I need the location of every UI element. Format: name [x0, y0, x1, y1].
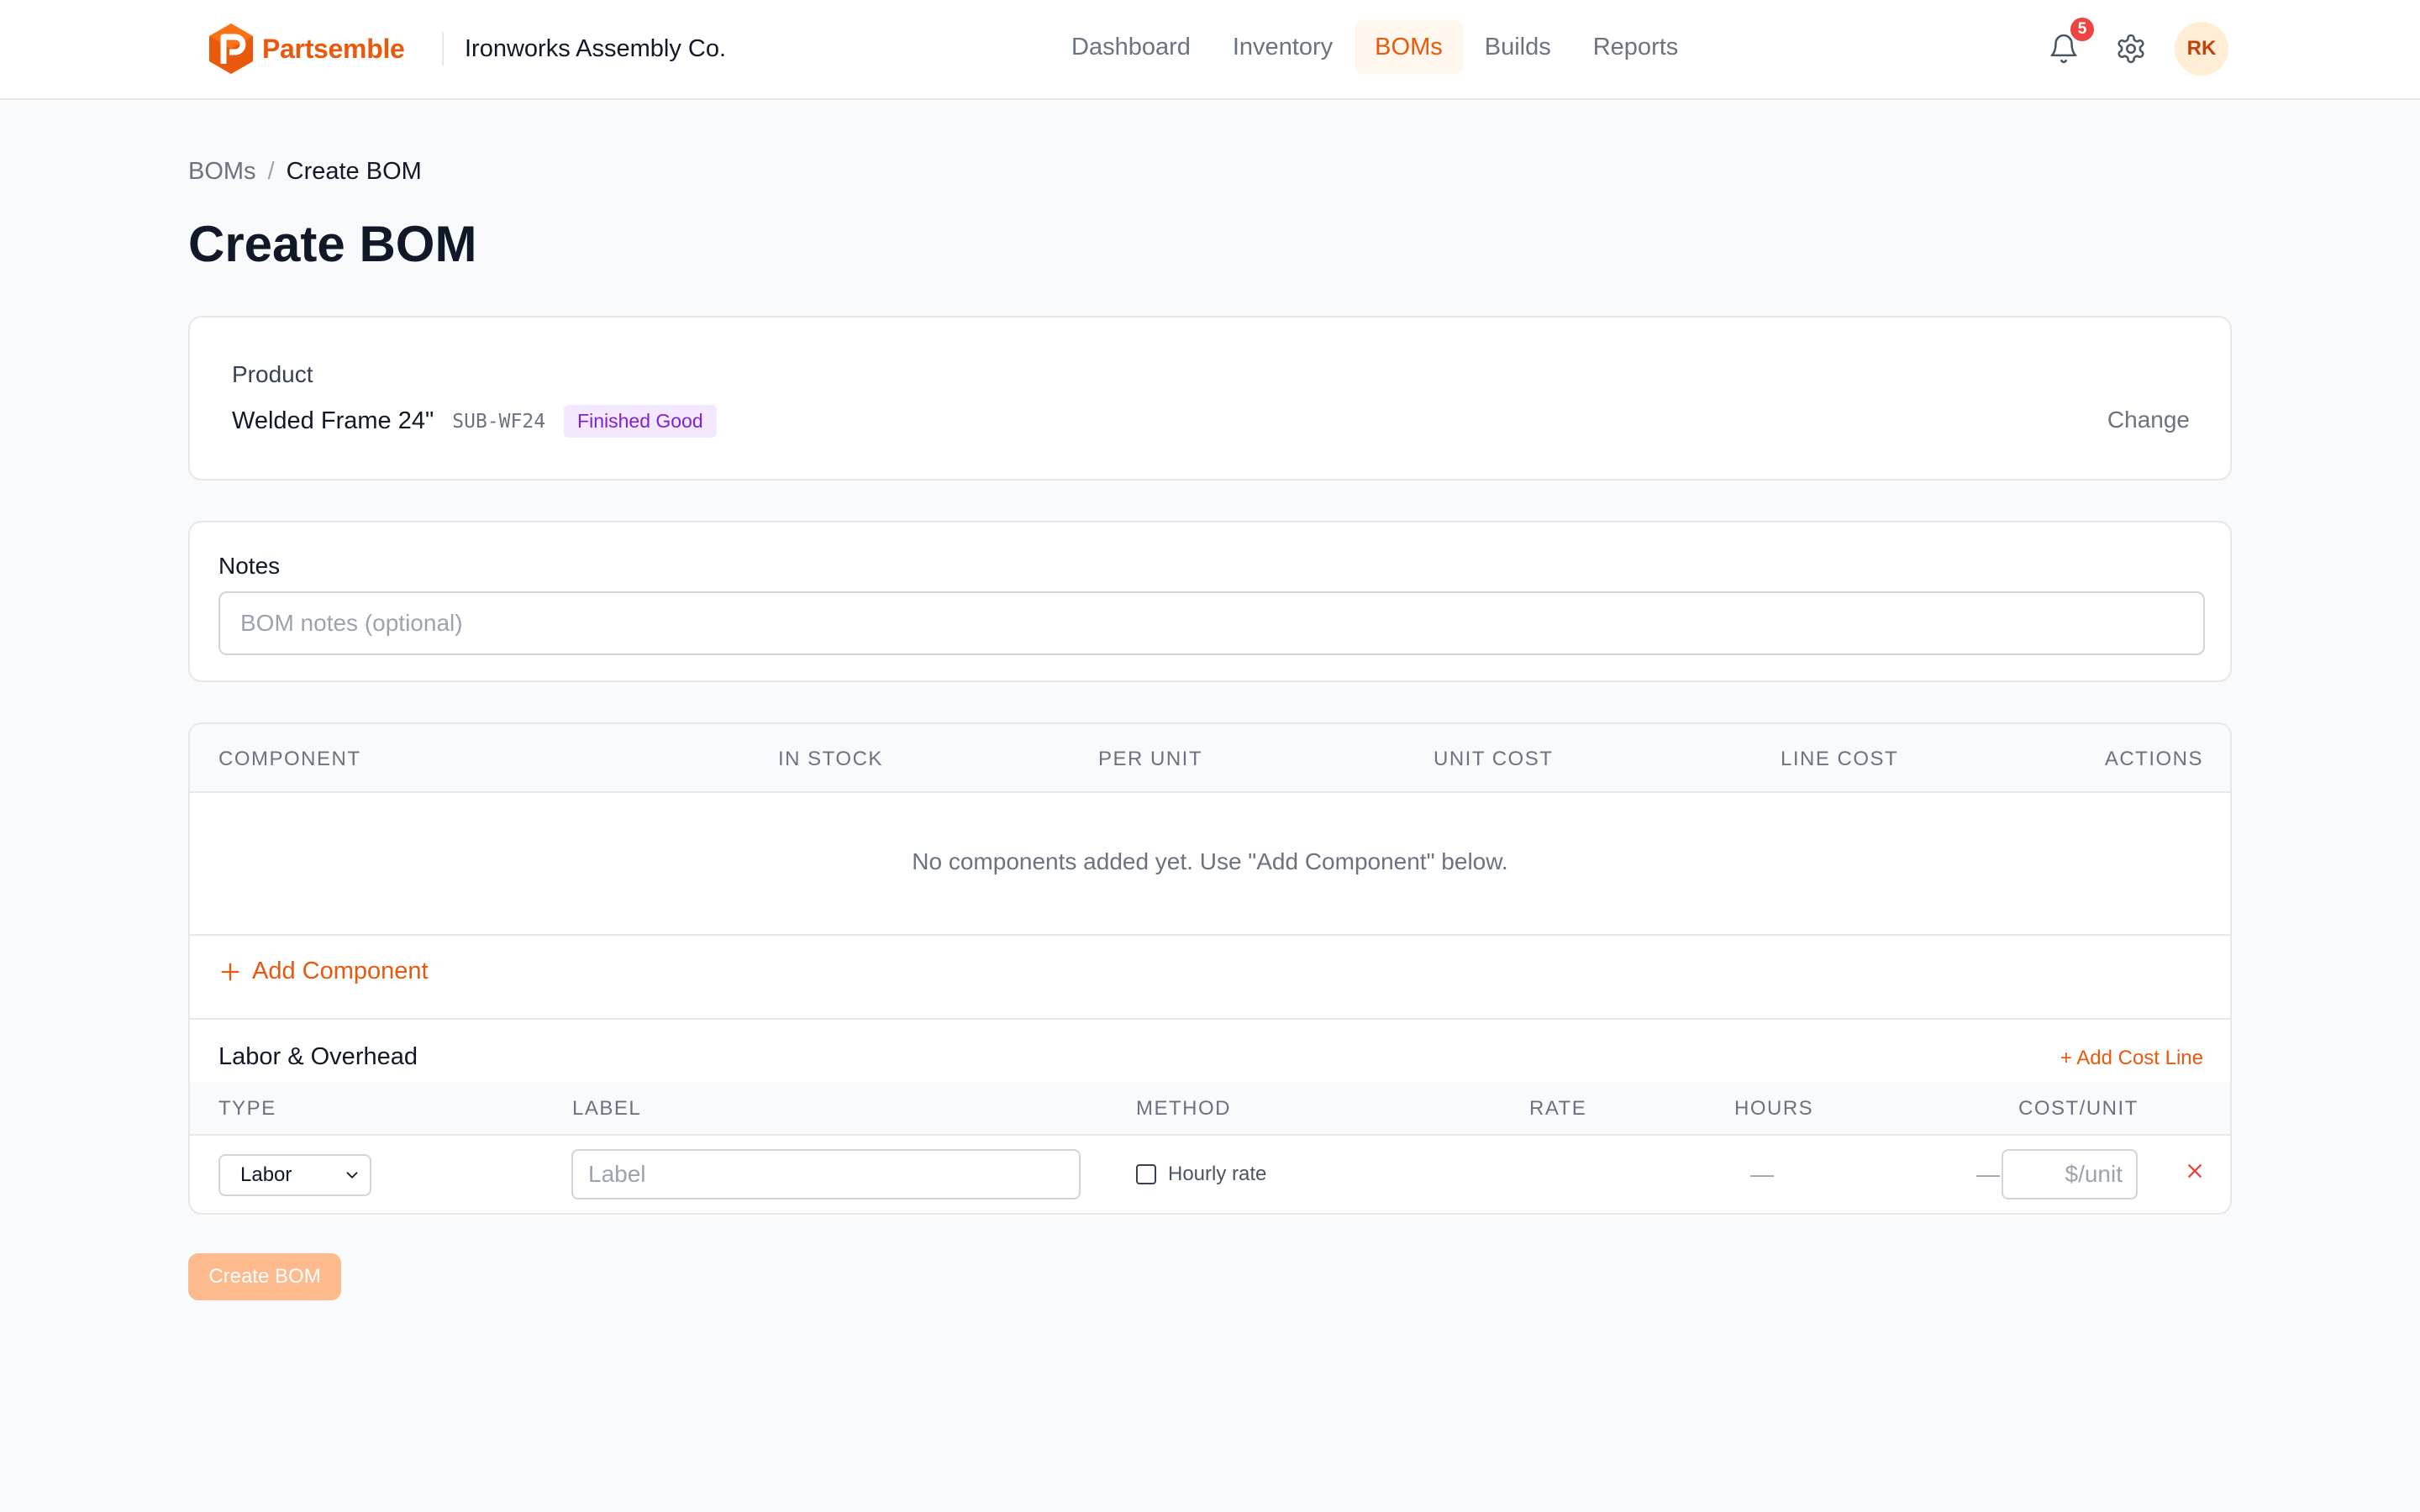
header-divider	[442, 32, 444, 66]
labor-overhead-title: Labor & Overhead	[218, 1043, 418, 1070]
column-unit-cost: UNIT COST	[1434, 748, 1554, 770]
hours-value: —	[1976, 1161, 2000, 1187]
page-title: Create BOM	[188, 216, 477, 272]
nav-inventory[interactable]: Inventory	[1213, 20, 1353, 74]
components-empty-state: No components added yet. Use "Add Compon…	[190, 793, 2230, 936]
components-table-header: COMPONENT IN STOCK PER UNIT UNIT COST LI…	[190, 724, 2230, 793]
column-rate: RATE	[1529, 1097, 1587, 1120]
empty-message: No components added yet. Use "Add Compon…	[912, 848, 1508, 874]
section-divider	[190, 1018, 2230, 1020]
chevron-down-icon	[346, 1172, 358, 1179]
column-type: TYPE	[218, 1097, 276, 1120]
breadcrumb: BOMs / Create BOM	[188, 156, 422, 186]
hourly-rate-toggle[interactable]: Hourly rate	[1136, 1163, 1266, 1186]
product-sku: SUB-WF24	[452, 410, 546, 433]
column-cost-per-unit: COST/UNIT	[2018, 1097, 2139, 1120]
cost-label-input[interactable]	[571, 1149, 1081, 1200]
labor-table-header: TYPE LABEL METHOD RATE HOURS COST/UNIT	[190, 1082, 2230, 1136]
nav-reports[interactable]: Reports	[1573, 20, 1699, 74]
column-hours: HOURS	[1734, 1097, 1814, 1120]
cost-per-unit-input[interactable]	[2002, 1149, 2138, 1200]
nav-dashboard[interactable]: Dashboard	[1051, 20, 1211, 74]
nav-boms[interactable]: BOMs	[1355, 20, 1463, 74]
add-component-button[interactable]: Add Component	[218, 958, 429, 985]
remove-cost-line-button[interactable]	[2181, 1158, 2208, 1184]
breadcrumb-separator: /	[267, 158, 275, 185]
rate-value: —	[1750, 1161, 1774, 1187]
app-logo[interactable]: Partsemble	[207, 22, 405, 76]
breadcrumb-boms[interactable]: BOMs	[188, 156, 256, 186]
column-in-stock: IN STOCK	[778, 748, 883, 770]
product-label: Product	[232, 361, 313, 387]
top-bar: Partsemble Ironworks Assembly Co. Dashbo…	[0, 0, 2420, 100]
create-bom-button[interactable]: Create BOM	[188, 1253, 341, 1300]
cost-type-select[interactable]: Labor	[218, 1154, 371, 1196]
product-name: Welded Frame 24"	[232, 407, 434, 434]
column-line-cost: LINE COST	[1781, 748, 1899, 770]
main-nav: Dashboard Inventory BOMs Builds Reports	[1051, 20, 1698, 74]
plus-icon	[221, 963, 239, 980]
app-name: Partsemble	[262, 33, 405, 64]
column-per-unit: PER UNIT	[1098, 748, 1203, 770]
notification-badge: 5	[2069, 16, 2096, 43]
column-actions: ACTIONS	[2104, 748, 2203, 770]
bom-table-card: COMPONENT IN STOCK PER UNIT UNIT COST LI…	[188, 722, 2232, 1215]
product-row: Welded Frame 24" SUB-WF24 Finished Good	[232, 405, 717, 438]
nav-builds[interactable]: Builds	[1465, 20, 1571, 74]
hourly-rate-label: Hourly rate	[1168, 1163, 1267, 1185]
breadcrumb-current: Create BOM	[286, 158, 422, 185]
notes-label: Notes	[218, 553, 281, 579]
company-name: Ironworks Assembly Co.	[465, 35, 727, 62]
column-label: LABEL	[572, 1097, 642, 1120]
notes-input[interactable]	[218, 591, 2205, 655]
product-type-badge: Finished Good	[564, 405, 717, 438]
settings-button[interactable]	[2109, 27, 2153, 71]
notes-card: Notes	[188, 521, 2232, 682]
hourly-rate-checkbox[interactable]	[1136, 1164, 1156, 1184]
add-component-label: Add Component	[252, 958, 429, 984]
product-card: Product Welded Frame 24" SUB-WF24 Finish…	[188, 316, 2232, 480]
user-avatar[interactable]: RK	[2175, 22, 2228, 76]
cost-type-value: Labor	[240, 1163, 292, 1186]
partsemble-logo-icon	[209, 24, 253, 74]
gear-icon	[2118, 34, 2144, 64]
column-method: METHOD	[1136, 1097, 1231, 1120]
add-cost-line-button[interactable]: + Add Cost Line	[2060, 1047, 2203, 1070]
close-icon	[2188, 1164, 2202, 1178]
column-component: COMPONENT	[218, 748, 361, 770]
change-product-link[interactable]: Change	[2107, 407, 2190, 433]
